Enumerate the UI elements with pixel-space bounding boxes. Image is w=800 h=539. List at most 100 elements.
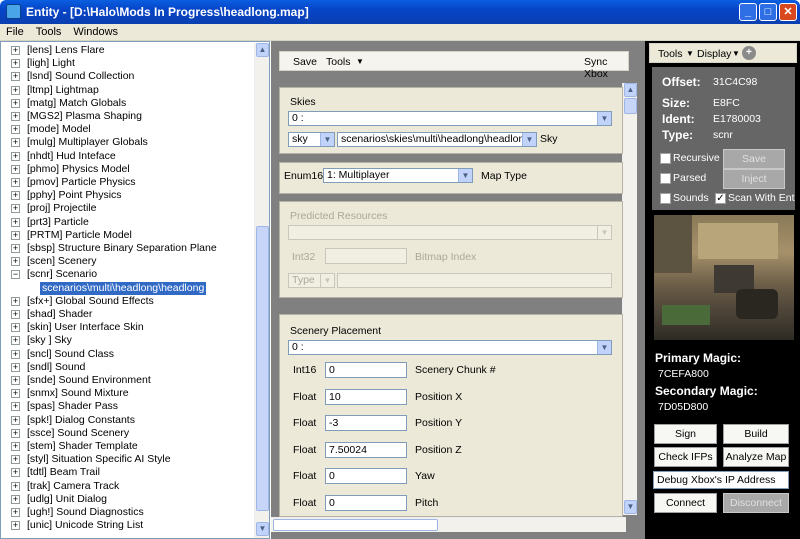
tree-scrollbar[interactable]: ▲ ▼ — [254, 43, 269, 538]
tag-tree[interactable]: + [lens] Lens Flare + [ligh] Light + [lsnd] S… — [0, 41, 270, 539]
tools-menu-button[interactable]: Tools — [326, 56, 351, 68]
expand-icon[interactable]: + — [11, 257, 20, 267]
expand-icon[interactable]: + — [11, 204, 20, 214]
sounds-checkbox[interactable] — [660, 193, 671, 204]
scan-with-ent-checkbox[interactable]: ✓ — [715, 193, 726, 204]
expand-icon[interactable]: + — [11, 296, 20, 306]
scroll-down-icon[interactable]: ▼ — [256, 522, 269, 536]
expand-icon[interactable]: + — [11, 72, 20, 82]
tree-item-label: [PRTM] Particle Model — [27, 228, 132, 241]
close-button[interactable]: ✕ — [779, 3, 797, 21]
scroll-down-icon[interactable]: ▼ — [624, 500, 637, 514]
expand-icon[interactable]: + — [11, 481, 20, 491]
tree-item-label: [snmx] Sound Mixture — [27, 387, 129, 400]
scroll-up-icon[interactable]: ▲ — [624, 83, 637, 97]
expand-icon[interactable]: + — [11, 244, 20, 253]
expand-icon[interactable]: + — [11, 59, 20, 69]
expand-icon[interactable]: + — [11, 46, 20, 55]
expand-icon[interactable]: + — [11, 402, 20, 412]
disconnect-button[interactable]: Disconnect — [723, 493, 789, 513]
expand-icon[interactable]: + — [11, 217, 20, 227]
menu-tools[interactable]: Tools — [30, 24, 68, 38]
right-tools-button[interactable]: Tools — [658, 48, 683, 60]
tree-item-label: [MGS2] Plasma Shaping — [27, 110, 142, 122]
expand-icon[interactable]: + — [11, 125, 20, 135]
sign-button[interactable]: Sign — [654, 424, 717, 444]
tree-item-label: [unic] Unicode String List — [27, 519, 144, 532]
expand-icon[interactable]: + — [11, 415, 20, 425]
maximize-button[interactable]: □ — [759, 3, 777, 21]
check-ifps-button[interactable]: Check IFPs — [654, 447, 717, 467]
skies-index-select[interactable]: 0 : ▼ — [288, 111, 612, 126]
expand-icon[interactable]: + — [11, 336, 20, 346]
expand-icon[interactable]: + — [11, 323, 20, 333]
expand-icon[interactable]: + — [11, 151, 20, 161]
xbox-ip-input[interactable]: Debug Xbox's IP Address — [653, 471, 789, 489]
menu-windows[interactable]: Windows — [67, 24, 124, 38]
expand-icon[interactable]: + — [11, 138, 20, 148]
field-value-input[interactable]: 10 — [325, 388, 407, 405]
chevron-down-icon: ▼ — [356, 57, 364, 66]
scenery-index-select[interactable]: 0 : ▼ — [288, 340, 612, 355]
inject-button[interactable]: Inject — [723, 169, 785, 189]
expand-icon[interactable]: + — [11, 230, 20, 240]
field-name-label: Yaw — [415, 470, 435, 482]
chevron-down-icon: ▼ — [320, 133, 334, 146]
scroll-up-icon[interactable]: ▲ — [256, 43, 269, 57]
expand-icon[interactable]: + — [11, 521, 20, 531]
tree-item-label: [mode] Model — [27, 123, 91, 136]
save-button[interactable]: Save — [723, 149, 785, 169]
collapse-icon[interactable]: − — [11, 270, 20, 280]
field-value-input[interactable]: 0 — [325, 362, 407, 378]
offset-value: 31C4C98 — [713, 76, 758, 88]
scan-with-ent-label: Scan With Ent — [728, 192, 795, 204]
editor-hscrollbar[interactable] — [271, 517, 626, 532]
expand-icon[interactable]: + — [11, 376, 20, 385]
recursive-checkbox[interactable] — [660, 153, 671, 164]
tree-item-label: [sncl] Sound Class — [27, 347, 114, 360]
tree-item-selected[interactable]: scenarios\multi\headlong\headlong — [40, 281, 207, 295]
scroll-thumb[interactable] — [256, 226, 269, 511]
sky-type-select[interactable]: sky ▼ — [288, 132, 335, 147]
field-value-input[interactable]: 0 — [325, 468, 407, 484]
tree-item-label: [nhdt] Hud Inteface — [27, 149, 116, 162]
field-value-input[interactable]: -3 — [325, 415, 407, 431]
field-value-input[interactable]: 7.50024 — [325, 441, 407, 458]
expand-icon[interactable]: + — [11, 349, 20, 359]
expand-icon[interactable]: + — [11, 310, 20, 319]
tree-item-label: [scnr] Scenario — [27, 268, 98, 281]
minimize-button[interactable]: _ — [739, 3, 757, 21]
save-button[interactable]: Save — [293, 56, 317, 68]
expand-icon[interactable]: + — [11, 455, 20, 465]
editor-scrollbar[interactable]: ▲ ▼ — [622, 83, 637, 515]
parsed-checkbox[interactable] — [660, 173, 671, 184]
expand-icon[interactable]: + — [11, 98, 20, 108]
expand-icon[interactable]: + — [11, 428, 20, 438]
expand-icon[interactable]: + — [11, 164, 20, 174]
expand-icon[interactable]: + — [11, 112, 20, 121]
expand-icon[interactable]: + — [11, 494, 20, 504]
menu-file[interactable]: File — [0, 24, 30, 38]
tree-item-label: [pmov] Particle Physics — [27, 176, 136, 188]
build-button[interactable]: Build — [723, 424, 789, 444]
map-type-select[interactable]: 1: Multiplayer ▼ — [323, 168, 473, 183]
connect-button[interactable]: Connect — [654, 493, 717, 513]
expand-icon[interactable]: + — [11, 85, 20, 95]
add-icon[interactable]: + — [742, 46, 756, 60]
field-value-input[interactable]: 0 — [325, 494, 407, 511]
expand-icon[interactable]: + — [11, 362, 20, 372]
tree-item-label: [lens] Lens Flare — [27, 44, 105, 56]
tree-item-label: [spas] Shader Pass — [27, 400, 119, 413]
expand-icon[interactable]: + — [11, 508, 20, 517]
analyze-map-button[interactable]: Analyze Map — [723, 447, 789, 467]
scroll-thumb[interactable] — [624, 98, 637, 114]
expand-icon[interactable]: + — [11, 468, 20, 478]
expand-icon[interactable]: + — [11, 442, 20, 451]
sky-path-select[interactable]: scenarios\skies\multi\headlong\headlong ▼ — [337, 132, 537, 147]
expand-icon[interactable]: + — [11, 178, 20, 187]
sync-xbox-button[interactable]: Sync Xbox — [584, 56, 628, 80]
display-button[interactable]: Display — [697, 48, 731, 60]
expand-icon[interactable]: + — [11, 389, 20, 399]
expand-icon[interactable]: + — [11, 191, 20, 201]
hscroll-thumb[interactable] — [273, 519, 438, 531]
